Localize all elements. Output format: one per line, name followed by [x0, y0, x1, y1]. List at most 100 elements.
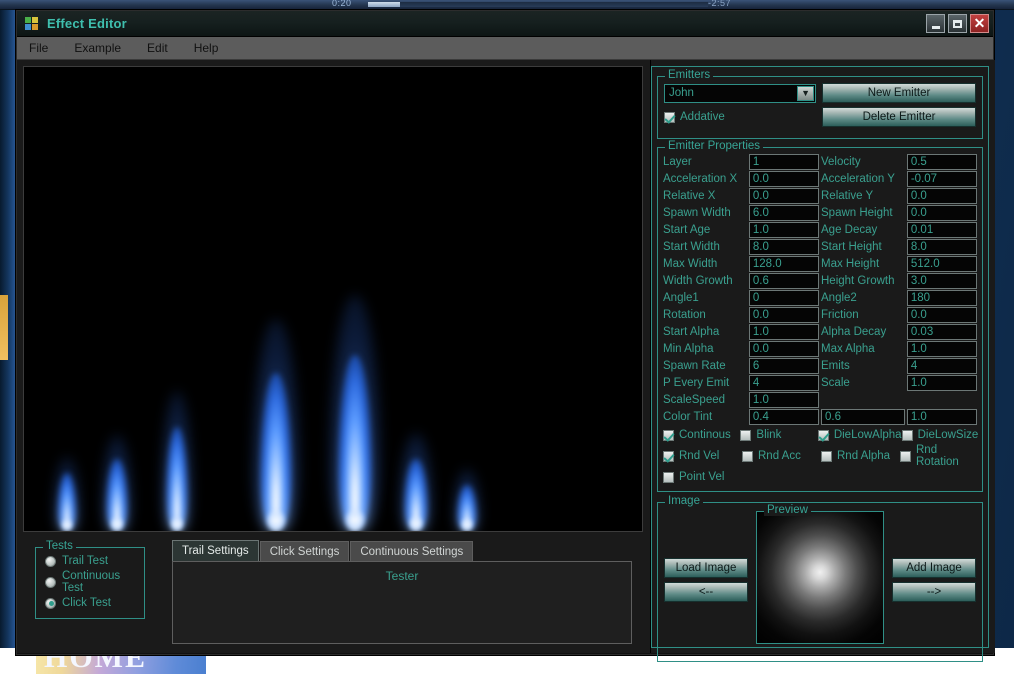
particle-flame: [329, 295, 381, 531]
menu-item-help[interactable]: Help: [194, 39, 232, 57]
maximize-icon: [953, 20, 962, 28]
property-input[interactable]: 6.0: [749, 205, 819, 221]
checkbox-rnd-alpha[interactable]: Rnd Alpha: [821, 444, 900, 468]
new-emitter-button[interactable]: New Emitter: [822, 83, 976, 103]
property-input[interactable]: 0.0: [749, 307, 819, 323]
property-input[interactable]: 4: [907, 358, 977, 374]
menu-item-edit[interactable]: Edit: [147, 39, 181, 57]
property-input[interactable]: 0.0: [749, 171, 819, 187]
checkbox-blink[interactable]: Blink: [740, 429, 817, 441]
property-input[interactable]: 0.0: [907, 307, 977, 323]
checkbox-icon: [742, 451, 753, 462]
property-label: Scale: [821, 374, 907, 391]
property-row: Layer1Velocity0.5: [663, 153, 979, 170]
color-tint-r[interactable]: 0.4: [749, 409, 819, 425]
property-value-cell: 180: [907, 289, 979, 306]
property-input[interactable]: 0.0: [907, 205, 977, 221]
emitter-properties-group: Emitter Properties Layer1Velocity0.5Acce…: [657, 147, 983, 492]
property-input[interactable]: 1.0: [749, 324, 819, 340]
property-row: Start Age1.0Age Decay0.01: [663, 221, 979, 238]
particle-render-canvas[interactable]: [23, 66, 643, 532]
property-input[interactable]: 6: [749, 358, 819, 374]
property-input[interactable]: 3.0: [907, 273, 977, 289]
image-preview-canvas: [757, 512, 883, 643]
next-image-button[interactable]: -->: [892, 582, 976, 602]
property-input[interactable]: 0: [749, 290, 819, 306]
checkbox-icon-checked: [664, 112, 675, 123]
property-input[interactable]: 128.0: [749, 256, 819, 272]
checkbox-rnd-rotation[interactable]: Rnd Rotation: [900, 444, 979, 468]
radio-trail-test[interactable]: Trail Test: [45, 555, 144, 567]
tab-strip: Trail Settings Click Settings Continuous…: [172, 540, 632, 561]
property-input[interactable]: 1: [749, 154, 819, 170]
property-input[interactable]: 1.0: [749, 392, 819, 408]
title-bar[interactable]: Effect Editor ✕: [17, 11, 993, 37]
tab-trail-settings[interactable]: Trail Settings: [172, 540, 259, 561]
property-input[interactable]: 8.0: [907, 239, 977, 255]
property-input[interactable]: 0.03: [907, 324, 977, 340]
additive-checkbox[interactable]: Addative: [664, 111, 816, 123]
flame-base-glow: [266, 510, 287, 531]
delete-emitter-button[interactable]: Delete Emitter: [822, 107, 976, 127]
color-tint-g[interactable]: 0.6: [821, 409, 905, 425]
property-label: Relative Y: [821, 187, 907, 204]
property-input[interactable]: 512.0: [907, 256, 977, 272]
property-input[interactable]: 8.0: [749, 239, 819, 255]
menu-item-file[interactable]: File: [29, 39, 61, 57]
property-input[interactable]: 1.0: [907, 375, 977, 391]
maximize-button[interactable]: [948, 14, 967, 33]
minimize-button[interactable]: [926, 14, 945, 33]
radio-icon-selected: [45, 598, 56, 609]
radio-icon: [45, 556, 56, 567]
flag-row: Rnd VelRnd AccRnd AlphaRnd Rotation: [663, 444, 979, 468]
tab-continuous-settings[interactable]: Continuous Settings: [350, 541, 473, 561]
radio-continuous-test[interactable]: Continuous Test: [45, 570, 144, 594]
property-input[interactable]: -0.07: [907, 171, 977, 187]
property-row: Relative X0.0Relative Y0.0: [663, 187, 979, 204]
property-input[interactable]: 4: [749, 375, 819, 391]
close-button[interactable]: ✕: [970, 14, 989, 33]
menu-item-example[interactable]: Example: [74, 39, 134, 57]
add-image-button[interactable]: Add Image: [892, 558, 976, 578]
property-label: Angle2: [821, 289, 907, 306]
emitter-dropdown[interactable]: John ▼: [664, 84, 816, 103]
flame-base-glow: [344, 509, 366, 531]
checkbox-label: Continous: [679, 429, 731, 441]
radio-click-test[interactable]: Click Test: [45, 597, 144, 609]
checkbox-icon: [900, 451, 911, 462]
property-input[interactable]: 180: [907, 290, 977, 306]
checkbox-point-vel[interactable]: Point Vel: [663, 471, 748, 483]
property-input[interactable]: 0.6: [749, 273, 819, 289]
property-label: Emits: [821, 357, 907, 374]
menu-bar: File Example Edit Help: [17, 37, 993, 60]
property-value-cell: 1.0: [907, 374, 979, 391]
tab-click-settings[interactable]: Click Settings: [260, 541, 350, 561]
emitters-group-title: Emitters: [665, 69, 713, 81]
color-tint-b[interactable]: 1.0: [907, 409, 977, 425]
chevron-down-icon[interactable]: ▼: [797, 86, 814, 101]
load-image-button[interactable]: Load Image: [664, 558, 748, 578]
property-input[interactable]: 1.0: [749, 222, 819, 238]
property-input[interactable]: 0.0: [749, 341, 819, 357]
player-seek-bar[interactable]: [368, 2, 708, 7]
property-input[interactable]: 0.0: [749, 188, 819, 204]
image-preview-group: Preview: [756, 511, 884, 644]
property-input[interactable]: 0.01: [907, 222, 977, 238]
property-input[interactable]: 0.5: [907, 154, 977, 170]
checkbox-rnd-acc[interactable]: Rnd Acc: [742, 444, 821, 468]
property-value-cell: 0.0: [749, 170, 821, 187]
tests-group: Tests Trail Test Continuous Test Click T…: [35, 547, 145, 619]
checkbox-dielowalpha[interactable]: DieLowAlpha: [818, 429, 902, 441]
checkbox-dielowsize[interactable]: DieLowSize: [902, 429, 979, 441]
effect-editor-window: Effect Editor ✕ File Example Edit Help: [16, 10, 994, 655]
property-row: P Every Emit4Scale1.0: [663, 374, 979, 391]
property-row: Min Alpha0.0Max Alpha1.0: [663, 340, 979, 357]
checkbox-continous[interactable]: Continous: [663, 429, 740, 441]
property-input[interactable]: 0.0: [907, 188, 977, 204]
right-panel: Emitters John ▼ New Emitter Addativ: [650, 60, 995, 653]
checkbox-rnd-vel[interactable]: Rnd Vel: [663, 444, 742, 468]
property-input[interactable]: 1.0: [907, 341, 977, 357]
previous-image-button[interactable]: <--: [664, 582, 748, 602]
property-label: Width Growth: [663, 272, 749, 289]
emitter-properties-group-title: Emitter Properties: [665, 140, 763, 152]
